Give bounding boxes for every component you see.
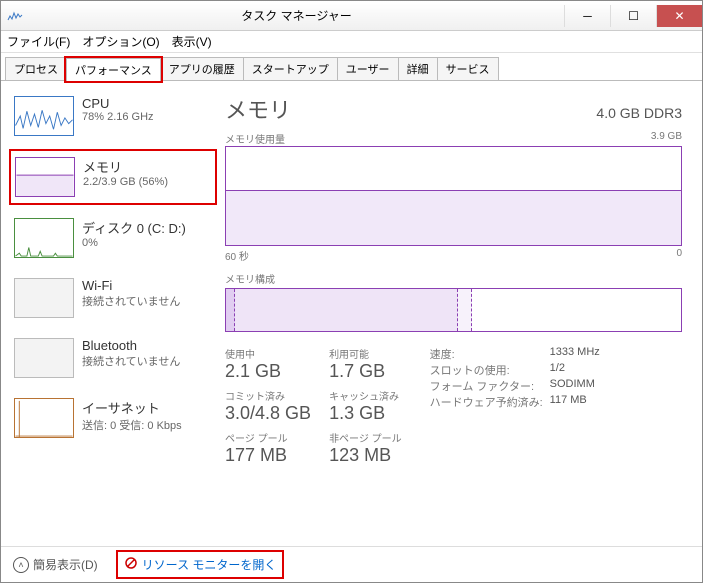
tab-startup[interactable]: スタートアップ xyxy=(243,57,338,80)
close-button[interactable]: ✕ xyxy=(656,5,702,27)
hw-value: 117 MB xyxy=(550,394,587,410)
cpu-val: 78% 2.16 GHz xyxy=(82,111,154,123)
commit-value: 3.0/4.8 GB xyxy=(225,403,311,424)
bt-val: 接続されていません xyxy=(82,353,180,369)
avail-label: 利用可能 xyxy=(329,346,402,361)
open-resource-monitor-label[interactable]: リソース モニターを開く xyxy=(142,556,277,573)
maximize-button[interactable]: ☐ xyxy=(610,5,656,27)
tab-app-history[interactable]: アプリの履歴 xyxy=(160,57,244,80)
in-use-label: 使用中 xyxy=(225,346,311,361)
hw-label: ハードウェア予約済み: xyxy=(430,394,550,410)
cached-value: 1.3 GB xyxy=(329,403,402,424)
disk-thumb xyxy=(14,218,74,258)
in-use-value: 2.1 GB xyxy=(225,361,311,382)
memory-details-table: 速度:1333 MHz スロットの使用:1/2 フォーム ファクター:SODIM… xyxy=(430,346,600,472)
chevron-up-icon: ˄ xyxy=(13,557,29,573)
paged-value: 177 MB xyxy=(225,445,311,466)
sidebar: CPU 78% 2.16 GHz メモリ 2.2/3.9 GB (56%) ディ… xyxy=(9,89,217,538)
memory-val: 2.2/3.9 GB (56%) xyxy=(83,176,168,188)
slots-label: スロットの使用: xyxy=(430,362,550,378)
avail-value: 1.7 GB xyxy=(329,361,402,382)
main-panel: メモリ 4.0 GB DDR3 メモリ使用量 3.9 GB 60 秒 0 メモリ… xyxy=(221,89,694,538)
cpu-name: CPU xyxy=(82,96,154,111)
paged-label: ページ プール xyxy=(225,430,311,445)
eth-val: 送信: 0 受信: 0 Kbps xyxy=(82,417,182,433)
menubar: ファイル(F) オプション(O) 表示(V) xyxy=(1,31,702,53)
minimize-button[interactable]: ─ xyxy=(564,5,610,27)
menu-view[interactable]: 表示(V) xyxy=(172,33,212,50)
disk-val: 0% xyxy=(82,237,186,249)
window-title: タスク マネージャー xyxy=(29,7,564,24)
footer: ˄ 簡易表示(D) リソース モニターを開く xyxy=(1,546,702,582)
speed-value: 1333 MHz xyxy=(550,346,600,362)
bt-name: Bluetooth xyxy=(82,338,180,353)
menu-file[interactable]: ファイル(F) xyxy=(7,33,70,50)
form-value: SODIMM xyxy=(550,378,595,394)
sidebar-item-bluetooth[interactable]: Bluetooth 接続されていません xyxy=(9,331,217,385)
cached-label: キャッシュ済み xyxy=(329,388,402,403)
nonpaged-label: 非ページ プール xyxy=(329,430,402,445)
memory-composition-chart xyxy=(225,288,682,332)
sidebar-item-disk[interactable]: ディスク 0 (C: D:) 0% xyxy=(9,211,217,265)
tab-performance[interactable]: パフォーマンス xyxy=(66,58,161,81)
disk-name: ディスク 0 (C: D:) xyxy=(82,218,186,237)
sidebar-item-memory[interactable]: メモリ 2.2/3.9 GB (56%) xyxy=(9,149,217,205)
usage-max: 3.9 GB xyxy=(651,131,682,146)
memory-usage-chart xyxy=(225,146,682,246)
main-title: メモリ xyxy=(225,93,291,125)
commit-label: コミット済み xyxy=(225,388,311,403)
sidebar-item-ethernet[interactable]: イーサネット 送信: 0 受信: 0 Kbps xyxy=(9,391,217,445)
eth-thumb xyxy=(14,398,74,438)
sidebar-item-cpu[interactable]: CPU 78% 2.16 GHz xyxy=(9,89,217,143)
wifi-val: 接続されていません xyxy=(82,293,180,309)
fewer-details-button[interactable]: ˄ 簡易表示(D) xyxy=(13,556,98,573)
eth-name: イーサネット xyxy=(82,398,182,417)
memory-thumb xyxy=(15,157,75,197)
menu-options[interactable]: オプション(O) xyxy=(82,33,159,50)
resource-monitor-icon xyxy=(124,556,138,573)
wifi-name: Wi-Fi xyxy=(82,278,180,293)
usage-label: メモリ使用量 xyxy=(225,131,285,146)
open-resource-monitor-link[interactable]: リソース モニターを開く xyxy=(116,550,285,579)
tab-processes[interactable]: プロセス xyxy=(5,57,67,80)
app-icon xyxy=(7,8,23,24)
tab-users[interactable]: ユーザー xyxy=(337,57,399,80)
composition-label: メモリ構成 xyxy=(225,271,682,286)
nonpaged-value: 123 MB xyxy=(329,445,402,466)
cpu-thumb xyxy=(14,96,74,136)
tabstrip: プロセス パフォーマンス アプリの履歴 スタートアップ ユーザー 詳細 サービス xyxy=(1,53,702,81)
form-label: フォーム ファクター: xyxy=(430,378,550,394)
speed-label: 速度: xyxy=(430,346,550,362)
main-subtitle: 4.0 GB DDR3 xyxy=(596,105,682,121)
sidebar-item-wifi[interactable]: Wi-Fi 接続されていません xyxy=(9,271,217,325)
tab-details[interactable]: 詳細 xyxy=(398,57,438,80)
x-right: 0 xyxy=(676,248,682,263)
bt-thumb xyxy=(14,338,74,378)
tab-services[interactable]: サービス xyxy=(437,57,499,80)
memory-name: メモリ xyxy=(83,157,168,176)
slots-value: 1/2 xyxy=(550,362,565,378)
wifi-thumb xyxy=(14,278,74,318)
titlebar: タスク マネージャー ─ ☐ ✕ xyxy=(1,1,702,31)
x-left: 60 秒 xyxy=(225,248,249,263)
